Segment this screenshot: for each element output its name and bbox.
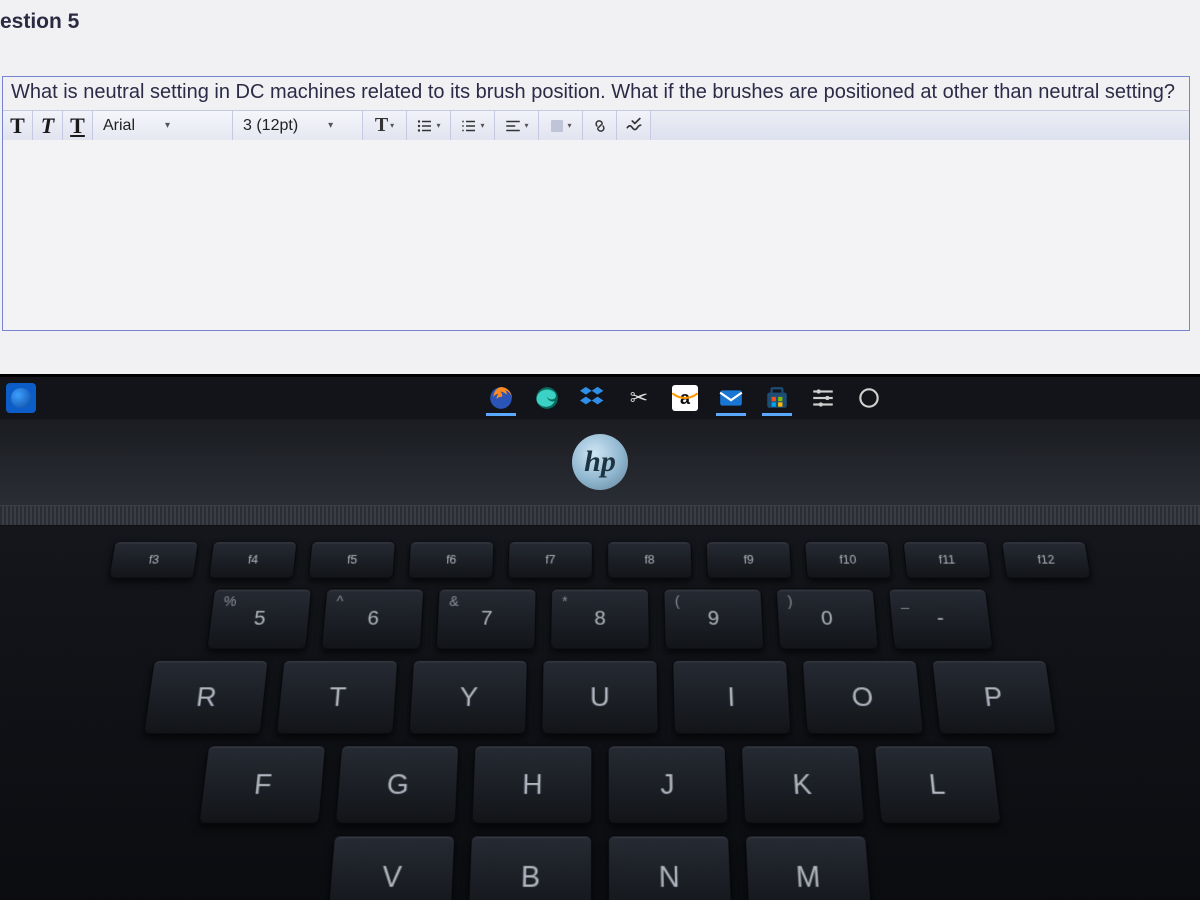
keyboard-key: f4 [208,541,297,579]
chevron-down-icon: ▾ [436,121,440,130]
keyboard-key: ^6 [321,588,425,649]
question-prompt: What is neutral setting in DC machines r… [3,77,1189,110]
keyboard-key: )0 [776,588,880,649]
keyboard-key: f10 [804,541,892,579]
circle-icon [856,385,882,411]
taskbar-snip[interactable]: ✂ [618,380,660,416]
keyboard-key: N [608,835,733,900]
link-button[interactable] [583,111,617,140]
question-number: estion 5 [0,6,83,38]
chevron-down-icon: ▾ [328,120,333,131]
taskbar-dropbox[interactable] [572,380,614,416]
spellcheck-icon [624,116,644,136]
font-size-select[interactable]: 3 (12pt) ▾ [233,111,363,140]
underline-button[interactable]: T [63,111,93,140]
number-list-icon [460,117,478,135]
keyboard-key: U [541,660,659,735]
windows-taskbar: ✂ a [0,377,1200,419]
taskbar-store[interactable] [756,380,798,416]
edge-icon [534,385,560,411]
taskbar-cortana[interactable] [848,380,890,416]
taskbar-mail[interactable] [710,380,752,416]
chevron-down-icon: ▾ [165,120,170,131]
chevron-down-icon: ▾ [567,121,571,130]
keyboard-key: (9 [663,588,764,649]
keyboard-key: f9 [706,541,793,579]
alignment-button[interactable]: ▾ [495,111,539,140]
keyboard-key: P [931,660,1057,735]
store-icon [764,385,790,411]
start-button[interactable] [6,383,36,413]
keyboard-key: L [874,745,1002,824]
answer-editor[interactable] [3,140,1189,330]
font-family-value: Arial [103,117,135,135]
bullet-list-button[interactable]: ▾ [407,111,451,140]
keyboard-key: V [327,835,455,900]
keyboard-key: f5 [308,541,396,579]
taskbar-settings[interactable] [802,380,844,416]
italic-button[interactable]: T [33,111,63,140]
laptop-bezel: hp [0,419,1200,505]
keyboard-key: R [143,660,269,735]
keyboard-key: _- [888,588,994,649]
monitor-screen: estion 5 What is neutral setting in DC m… [0,0,1200,377]
question-panel: What is neutral setting in DC machines r… [2,76,1190,331]
settings-icon [810,385,836,411]
spellcheck-button[interactable] [617,111,651,140]
bold-button[interactable]: T [3,111,33,140]
link-icon [591,117,609,135]
chevron-down-icon: ▾ [524,121,528,130]
chevron-down-icon: ▾ [480,121,484,130]
keyboard-key: J [608,745,729,824]
keyboard-key: F [198,745,326,824]
keyboard-key: f11 [903,541,992,579]
align-icon [504,117,522,135]
keyboard-key: T [276,660,399,735]
keyboard-key: f3 [108,541,199,579]
number-list-button[interactable]: ▾ [451,111,495,140]
chevron-down-icon: ▾ [390,121,394,130]
font-family-select[interactable]: Arial ▾ [93,111,233,140]
taskbar-firefox[interactable] [480,380,522,416]
keyboard-key: *8 [550,588,650,649]
keyboard-key: B [468,835,593,900]
amazon-icon: a [672,385,698,411]
mail-icon [718,385,744,411]
highlight-button[interactable]: ▾ [539,111,583,140]
keyboard-key: H [471,745,592,824]
hp-logo: hp [572,434,628,490]
keyboard-key: f6 [408,541,495,579]
keyboard-key: f8 [607,541,693,579]
keyboard-key: &7 [435,588,536,649]
keyboard-key: %5 [206,588,312,649]
keyboard-key: f12 [1001,541,1092,579]
dropbox-icon [580,385,606,411]
highlight-icon [549,118,565,134]
bullet-list-icon [416,117,434,135]
keyboard-key: f7 [507,541,593,579]
editor-toolbar: T T T Arial ▾ 3 (12pt) ▾ T ▾ [3,110,1189,140]
keyboard-key: O [802,660,925,735]
keyboard-key: M [745,835,873,900]
laptop-keyboard: f3f4 f5 f6 f7 f8 f9 f10 f11f12 %5^6&7*8(9)0_- R… [0,526,1200,900]
font-size-value: 3 (12pt) [243,117,298,135]
keyboard-key: Y [408,660,527,735]
firefox-icon [488,385,514,411]
speaker-grille [0,505,1200,526]
keyboard-key: G [335,745,460,824]
keyboard-key: I [672,660,791,735]
text-color-button[interactable]: T ▾ [363,111,407,140]
snip-icon: ✂ [630,385,648,411]
taskbar-amazon[interactable]: a [664,380,706,416]
taskbar-edge[interactable] [526,380,568,416]
keyboard-key: K [741,745,866,824]
